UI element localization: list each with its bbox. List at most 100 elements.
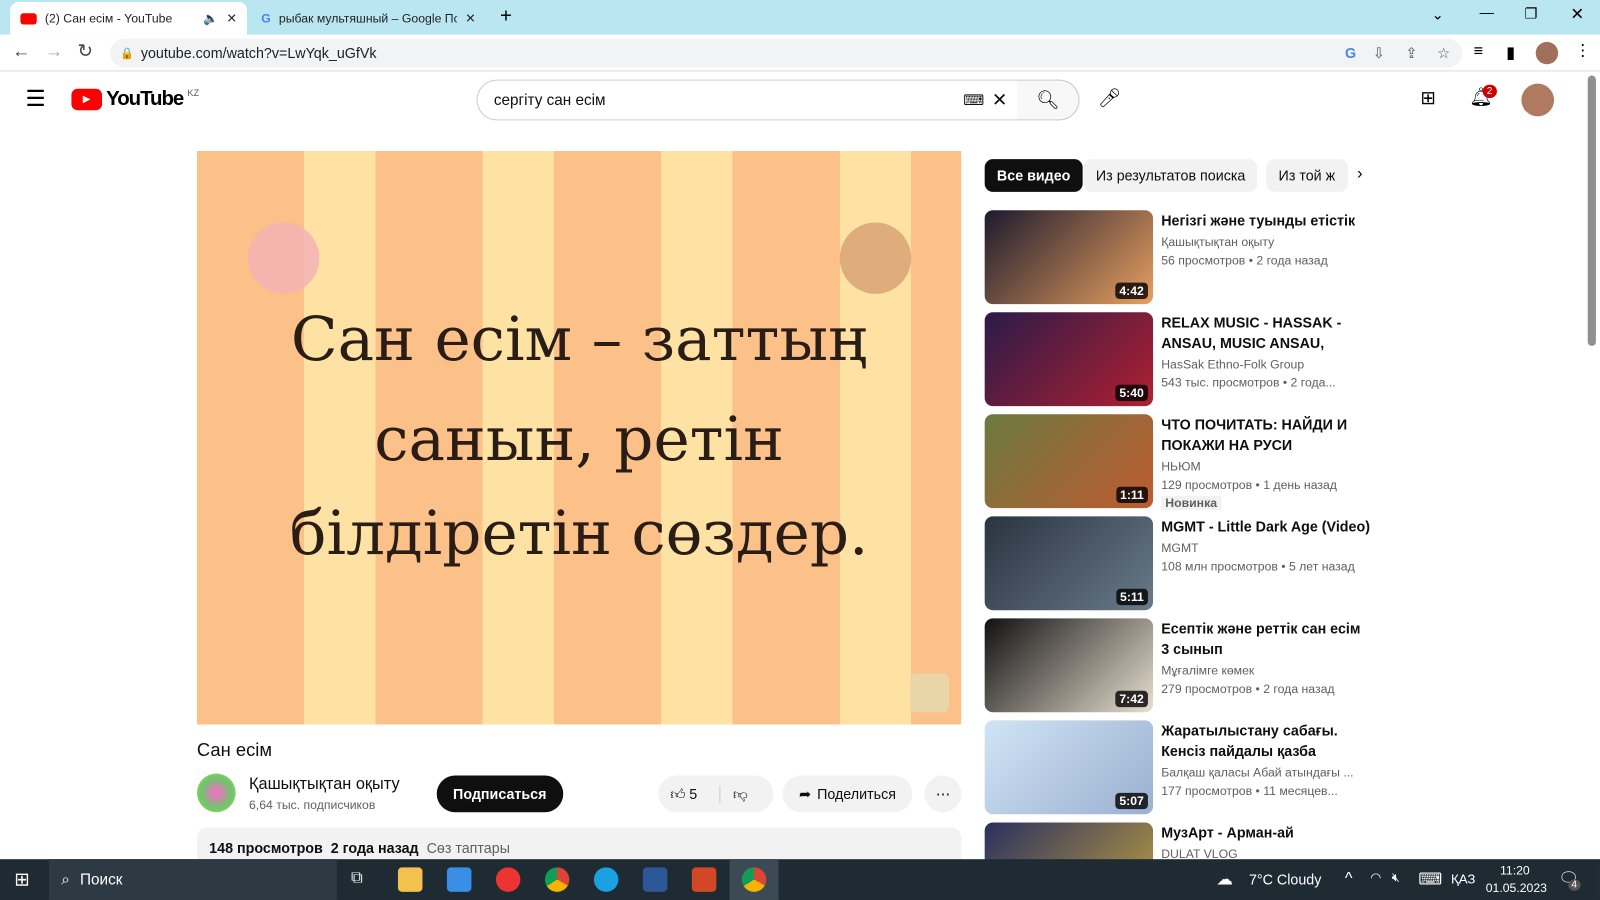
video-thumbnail[interactable]: 7:42 [984, 618, 1154, 713]
channel-watermark[interactable] [910, 673, 949, 713]
recommendation-title[interactable]: МузАрт - Арман-ай [1161, 822, 1370, 842]
toolbar: ← → ↻ 🔒 youtube.com/watch?v=LwYqk_uGfVk … [0, 34, 1600, 72]
video-thumbnail[interactable]: 1:11 [984, 414, 1154, 509]
recommendation-item[interactable]: 5:11 MGMT - Little Dark Age (Video) MGMT 10… [984, 516, 1373, 611]
new-tab-button[interactable]: + [500, 5, 512, 28]
weather-widget[interactable]: 7°C Cloudy [1249, 871, 1321, 887]
channel-name[interactable]: Қашықтықтан оқыту [249, 776, 400, 794]
recommendation-title[interactable]: RELAX MUSIC - HASSAK - ANSAU, MUSIC ANSA… [1161, 312, 1370, 353]
word-icon[interactable] [642, 867, 668, 892]
recommendation-title[interactable]: ЧТО ПОЧИТАТЬ: НАЙДИ И ПОКАЖИ НА РУСИ [1161, 414, 1370, 455]
recommendation-title[interactable]: Есептік және реттік сан есім 3 сынып [1161, 618, 1370, 659]
tab-search-icon[interactable]: ⌄ [1432, 6, 1444, 23]
chip-same-channel[interactable]: Из той ж [1266, 159, 1348, 192]
recommendation-channel[interactable]: Балқаш қаласы Абай атындағы ... [1161, 765, 1353, 779]
create-video-icon[interactable]: ⊞ [1420, 88, 1435, 109]
search-input[interactable]: сергіту сан есім ⌨ ✕ [476, 79, 1080, 121]
recommendation-item[interactable]: 1:11 ЧТО ПОЧИТАТЬ: НАЙДИ И ПОКАЖИ НА РУСИ… [984, 414, 1373, 511]
youtube-favicon-icon [20, 12, 37, 24]
keyboard-icon[interactable]: ⌨ [963, 91, 984, 108]
minimize-button[interactable]: — [1480, 4, 1494, 20]
share-button[interactable]: ➦ Поделиться [782, 775, 913, 813]
tab-google[interactable]: G рыбак мультяшный – Google По ✕ [251, 2, 486, 35]
reload-icon[interactable]: ↻ [78, 41, 93, 62]
address-bar[interactable]: 🔒 youtube.com/watch?v=LwYqk_uGfVk ☆ ⇪ ⇩ … [110, 38, 1463, 68]
install-icon[interactable]: ⇩ [1373, 44, 1385, 61]
back-icon[interactable]: ← [12, 41, 30, 62]
chrome-active-taskbar[interactable] [729, 859, 779, 900]
yandex-browser-icon[interactable] [495, 867, 521, 892]
clear-search-icon[interactable]: ✕ [992, 89, 1007, 110]
speaker-icon[interactable]: 🔈 [203, 11, 218, 25]
duration-badge: 5:07 [1115, 792, 1148, 810]
clock-date[interactable]: 01.05.2023 [1486, 881, 1547, 895]
recommendation-channel[interactable]: HasSak Ethno-Folk Group [1161, 357, 1304, 371]
powerpoint-icon[interactable] [691, 867, 717, 892]
recommendation-channel[interactable]: MGMT [1161, 541, 1198, 555]
keyboard-icon[interactable]: ⌨ [1418, 869, 1442, 889]
more-actions-button[interactable]: ⋯ [924, 775, 962, 813]
wifi-icon[interactable]: ◠ [1370, 870, 1381, 884]
share-icon[interactable]: ⇪ [1405, 44, 1417, 61]
recommendation-title[interactable]: Жаратылыстану сабағы. Кенсіз пайдалы қаз… [1161, 720, 1370, 761]
video-thumbnail[interactable]: 4:42 [984, 210, 1154, 305]
youtube-logo[interactable]: ▶ YouTube KZ [71, 88, 199, 111]
video-thumbnail[interactable]: 5:40 [984, 312, 1154, 407]
recommendation-meta: 56 просмотров • 2 года назад [1161, 253, 1328, 268]
tab-strip: (2) Сан есім - YouTube 🔈 ✕ G рыбак мульт… [0, 0, 1600, 35]
recommendation-title[interactable]: MGMT - Little Dark Age (Video) [1161, 516, 1370, 536]
forward-icon[interactable]: → [45, 41, 63, 62]
recommendation-item[interactable]: 5:07 Жаратылыстану сабағы. Кенсіз пайдалы… [984, 720, 1373, 815]
recommendation-title[interactable]: Негізгі және туынды етістік [1161, 210, 1370, 230]
recommendation-item[interactable]: 4:42 Негізгі және туынды етістік Қашықтықт… [984, 210, 1373, 305]
recommendation-channel[interactable]: Мұғалімге көмек [1161, 663, 1254, 677]
windows-start-icon[interactable]: ⊞ [14, 869, 29, 890]
edge-icon[interactable] [593, 867, 619, 892]
hamburger-menu-icon[interactable]: ☰ [26, 86, 46, 113]
channel-avatar[interactable] [196, 773, 236, 813]
subscribe-button[interactable]: Подписаться [436, 775, 563, 813]
like-button[interactable]: 👍︎ 5 [670, 785, 697, 802]
recommendation-channel[interactable]: Қашықтықтан оқыту [1161, 235, 1274, 249]
profile-avatar[interactable] [1535, 41, 1559, 65]
media-icon[interactable]: ≡ [1473, 43, 1483, 61]
tray-chevron-icon[interactable]: ^ [1345, 870, 1353, 888]
duration-badge: 1:11 [1115, 486, 1148, 504]
search-button[interactable]: 🔍︎ [1017, 79, 1080, 121]
close-window-button[interactable]: ✕ [1570, 4, 1584, 24]
video-player[interactable]: Сан есім – заттың санын, ретін білдіреті… [196, 151, 962, 725]
chrome-icon[interactable] [544, 867, 570, 892]
chevron-right-icon[interactable]: › [1357, 165, 1362, 183]
menu-icon[interactable]: ⋮ [1574, 41, 1590, 61]
dislike-button[interactable]: 👎︎ [719, 785, 747, 803]
video-thumbnail[interactable]: 5:07 [984, 720, 1154, 815]
bookmark-star-icon[interactable]: ☆ [1437, 44, 1450, 61]
store-icon[interactable] [446, 867, 472, 892]
taskbar-search[interactable]: ⌕ Поиск [48, 859, 337, 900]
recommendation-channel[interactable]: НЬЮМ [1161, 459, 1200, 473]
chip-from-search[interactable]: Из результатов поиска [1083, 159, 1258, 192]
language-indicator[interactable]: ҚАЗ [1451, 871, 1475, 886]
google-lens-icon[interactable]: G [1345, 45, 1356, 61]
account-avatar[interactable] [1521, 83, 1555, 117]
video-thumbnail[interactable]: 5:11 [984, 516, 1154, 611]
duration-badge: 5:11 [1115, 588, 1148, 606]
clock-time[interactable]: 11:20 [1500, 863, 1530, 877]
muted-speaker-icon[interactable]: 🔇︎ [1392, 870, 1400, 885]
sidepanel-icon[interactable]: ▮ [1506, 43, 1515, 63]
microphone-icon[interactable]: 🎤︎ [1098, 88, 1121, 109]
search-icon: ⌕ [61, 870, 70, 889]
tab-youtube[interactable]: (2) Сан есім - YouTube 🔈 ✕ [10, 2, 247, 35]
recommendation-meta: 543 тыс. просмотров • 2 года... [1161, 375, 1336, 390]
duration-badge: 5:40 [1115, 384, 1148, 402]
task-view-icon[interactable]: ⧉ [351, 869, 363, 887]
chip-all-videos[interactable]: Все видео [984, 159, 1083, 192]
restore-button[interactable]: ❐ [1524, 5, 1537, 22]
close-tab-icon[interactable]: ✕ [465, 11, 475, 25]
page-scrollbar[interactable] [1587, 75, 1596, 346]
recommendation-item[interactable]: 5:40 RELAX MUSIC - HASSAK - ANSAU, MUSIC … [984, 312, 1373, 407]
recommendation-item[interactable]: 7:42 Есептік және реттік сан есім 3 сынып… [984, 618, 1373, 713]
slide-line-3: білдіретін сөздер. [289, 497, 869, 570]
close-tab-icon[interactable]: ✕ [226, 11, 236, 25]
file-explorer-icon[interactable] [397, 867, 423, 892]
